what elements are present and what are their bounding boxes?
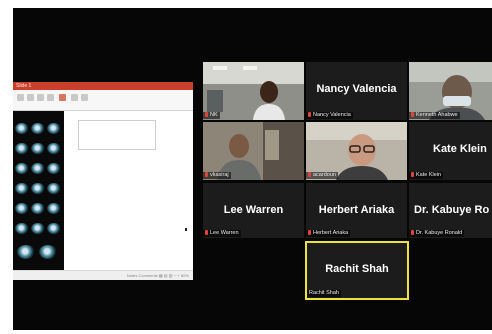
participant-tile[interactable]: NK (203, 62, 304, 120)
shapes-icon[interactable] (71, 94, 78, 101)
participant-display-name: Lee Warren (223, 204, 284, 216)
ct-scan-image (31, 183, 45, 194)
ct-scan-image (15, 223, 29, 234)
ct-scan-image (47, 183, 61, 194)
ppt-ribbon[interactable] (13, 90, 193, 111)
title-placeholder[interactable] (78, 120, 156, 150)
participant-tile[interactable]: Nancy Valencia Nancy Valencia (306, 62, 407, 120)
ct-scan-image (15, 203, 29, 214)
participant-display-name: Rachit Shah (325, 263, 389, 275)
ct-scan-image (47, 163, 61, 174)
participant-name-label: Kate Klein (409, 172, 444, 179)
participant-display-name: Nancy Valencia (316, 83, 397, 95)
ct-scan-image (31, 123, 45, 134)
mouse-cursor-icon (185, 228, 187, 231)
muted-mic-icon (411, 230, 414, 235)
participant-name-label: Kenneth Ahabwe (409, 112, 460, 119)
paste-icon[interactable] (17, 94, 24, 101)
ct-scan-image (47, 223, 61, 234)
ppt-status-text: Notes Comments ▦ ▤ ▥ ─ + 80% (126, 273, 189, 278)
ct-scan-image (15, 123, 29, 134)
ct-scan-image (15, 163, 29, 174)
participant-display-name: Dr. Kabuye Ro (414, 204, 490, 216)
ct-scan-image (31, 163, 45, 174)
ppt-title-bar: Slide 1 (13, 82, 193, 90)
muted-mic-icon (411, 112, 414, 117)
shared-screen[interactable]: Slide 1 Notes Comments ▦ ▤ ▥ ─ + 80% (13, 82, 193, 280)
font-icon[interactable] (59, 94, 66, 101)
participant-tile[interactable]: Kate Klein Kate Klein (409, 122, 492, 180)
participant-name-label: Herbert Ariaka (306, 230, 351, 237)
new-slide-icon[interactable] (27, 94, 34, 101)
participant-name-label: Nancy Valencia (306, 112, 353, 119)
meeting-stage: Slide 1 Notes Comments ▦ ▤ ▥ ─ + 80% NK … (13, 8, 492, 330)
ct-scan-image (15, 143, 29, 154)
participant-name-label: acardoun (306, 172, 338, 179)
ct-scan-image (39, 245, 57, 259)
slide-thumbnail-pane[interactable] (13, 111, 64, 270)
muted-mic-icon (205, 172, 208, 177)
ppt-status-bar: Notes Comments ▦ ▤ ▥ ─ + 80% (13, 270, 193, 280)
muted-mic-icon (205, 230, 208, 235)
muted-mic-icon (411, 172, 414, 177)
participant-tile[interactable]: Herbert Ariaka Herbert Ariaka (306, 183, 407, 238)
ct-scan-image (47, 123, 61, 134)
participant-name-label: Rachit Shah (307, 290, 341, 297)
participant-display-name: Herbert Ariaka (318, 204, 395, 216)
ct-scan-image (47, 203, 61, 214)
participant-tile[interactable]: acardoun (306, 122, 407, 180)
arrange-icon[interactable] (81, 94, 88, 101)
ct-scan-image (17, 245, 35, 259)
participant-tile[interactable]: Dr. Kabuye Ro Dr. Kabuye Ronald (409, 183, 492, 238)
participant-name-label: NK (203, 112, 220, 119)
active-speaker-tile[interactable]: Rachit Shah Rachit Shah (305, 241, 409, 300)
slide-canvas[interactable] (64, 111, 193, 270)
ct-scan-image (31, 203, 45, 214)
participant-tile[interactable]: Lee Warren Lee Warren (203, 183, 304, 238)
ct-scan-image (31, 143, 45, 154)
participant-name-label: Dr. Kabuye Ronald (409, 230, 465, 237)
participant-tile[interactable]: vkasiraj (203, 122, 304, 180)
ct-scan-image (31, 223, 45, 234)
ct-scan-image (47, 143, 61, 154)
ct-scan-image (15, 183, 29, 194)
muted-mic-icon (308, 172, 311, 177)
participant-display-name: Kate Klein (433, 143, 487, 155)
participant-name-label: Lee Warren (203, 230, 241, 237)
muted-mic-icon (308, 112, 311, 117)
layout-icon[interactable] (37, 94, 44, 101)
ppt-window-title: Slide 1 (16, 83, 32, 89)
section-icon[interactable] (47, 94, 54, 101)
participant-tile[interactable]: Kenneth Ahabwe (409, 62, 492, 120)
muted-mic-icon (205, 112, 208, 117)
participant-name-label: vkasiraj (203, 172, 231, 179)
muted-mic-icon (308, 230, 311, 235)
